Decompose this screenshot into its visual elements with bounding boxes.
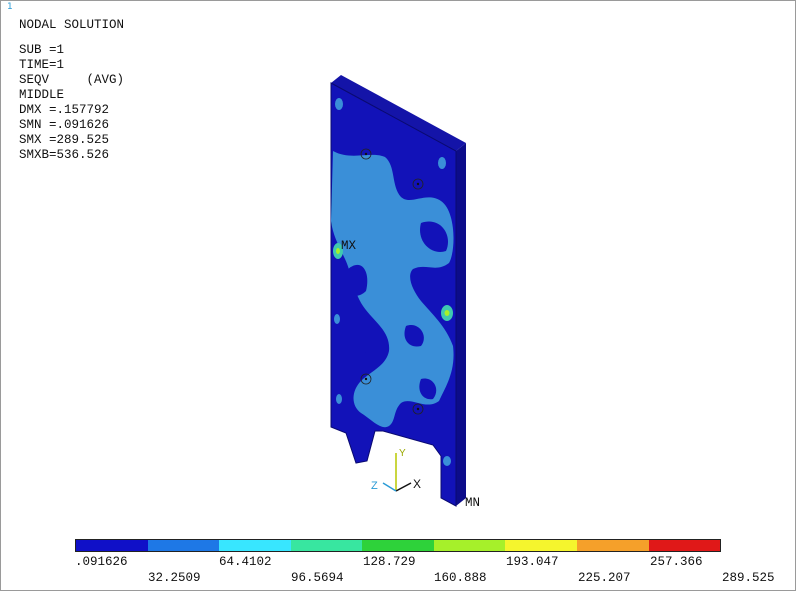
legend-label-8: 257.366 xyxy=(650,555,703,569)
legend-band-2 xyxy=(147,540,220,551)
legend-band-3 xyxy=(219,540,291,551)
legend-band-6 xyxy=(433,540,506,551)
graphics-viewport[interactable]: 1 NODAL SOLUTION SUB =1 TIME=1 SEQV (AVG… xyxy=(0,0,796,591)
legend-band-8 xyxy=(576,540,649,551)
legend-label-9: 289.525 xyxy=(722,571,775,585)
legend-label-5: 160.888 xyxy=(434,571,487,585)
fea-model[interactable]: MX MN Y X Z xyxy=(1,1,796,592)
legend-band-4 xyxy=(290,540,363,551)
max-marker-label: MX xyxy=(341,239,357,253)
legend-label-4: 128.729 xyxy=(363,555,416,569)
legend-band-7 xyxy=(505,540,577,551)
legend-band-5 xyxy=(362,540,434,551)
min-marker-label: MN xyxy=(465,496,480,510)
legend-label-6: 193.047 xyxy=(506,555,559,569)
triad-z-label: Z xyxy=(371,480,378,492)
triad-y-label: Y xyxy=(399,448,406,459)
legend-label-1: 32.2509 xyxy=(148,571,201,585)
legend-label-7: 225.207 xyxy=(578,571,631,585)
plate-side-face xyxy=(456,143,466,506)
legend-band-1 xyxy=(76,540,148,551)
legend-label-0: .091626 xyxy=(75,555,128,569)
legend-color-bar xyxy=(75,539,721,552)
triad-x-label: X xyxy=(413,477,421,491)
coordinate-triad: Y X Z xyxy=(371,448,421,492)
legend-band-9 xyxy=(648,540,721,551)
legend-label-2: 64.4102 xyxy=(219,555,272,569)
legend-label-3: 96.5694 xyxy=(291,571,344,585)
